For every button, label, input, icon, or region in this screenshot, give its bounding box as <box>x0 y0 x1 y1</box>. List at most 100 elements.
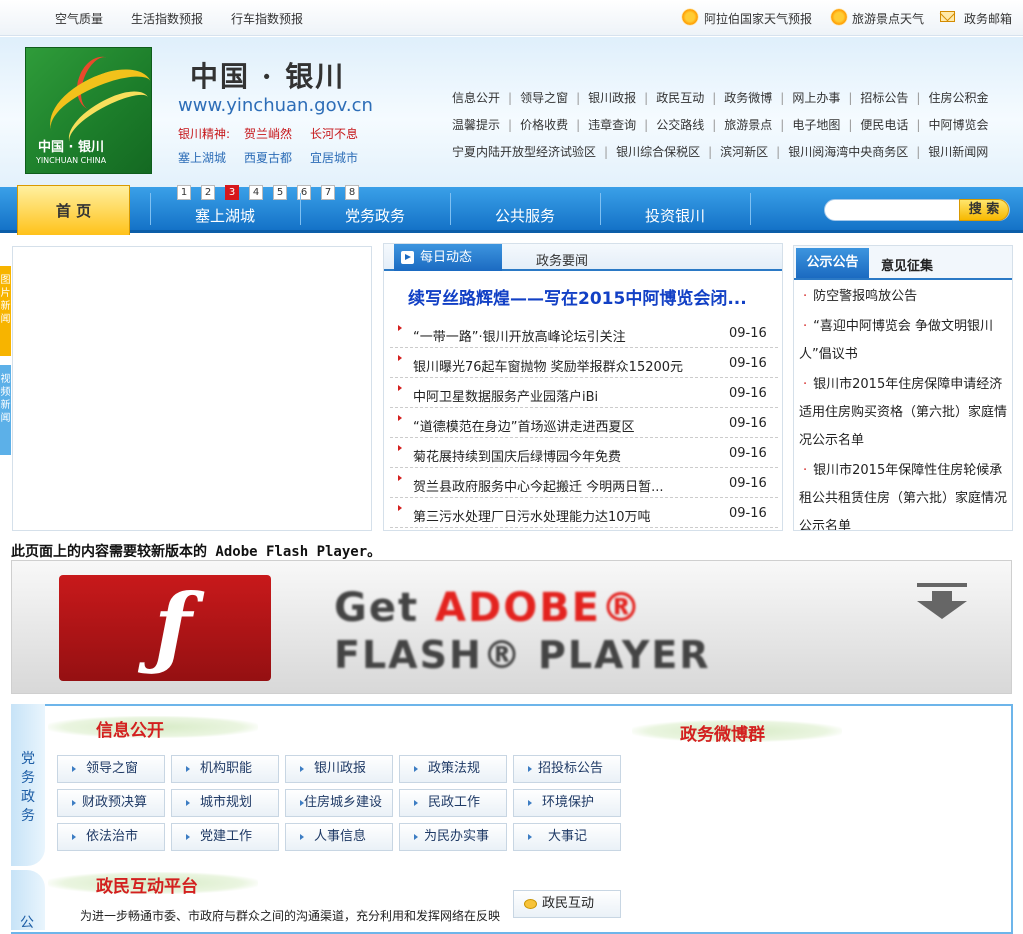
life-index-link[interactable]: 生活指数预报 <box>131 10 203 27</box>
header-link-tips[interactable]: 温馨提示 <box>452 118 500 132</box>
info-btn-construction[interactable]: 住房城乡建设 <box>285 789 393 817</box>
tag-livable-city[interactable]: 宜居城市 <box>310 149 358 166</box>
header-link-violations[interactable]: 违章查询 <box>588 118 636 132</box>
notice-text[interactable]: “喜迎中阿博览会 争做文明银川人”倡议书 <box>799 319 993 362</box>
city-logo[interactable]: 中国 · 银川 YINCHUAN CHINA <box>25 47 152 174</box>
header-link-prices[interactable]: 价格收费 <box>520 118 568 132</box>
side-tab-video-news[interactable]: 视频新闻 <box>0 365 11 455</box>
driving-index-link[interactable]: 行车指数预报 <box>231 10 303 27</box>
header-link-pilot-zone[interactable]: 宁夏内陆开放型经济试验区 <box>452 145 596 159</box>
news-title[interactable]: 银川曝光76起车窗抛物 奖励举报群众15200元 <box>413 356 683 375</box>
info-btn-environment[interactable]: 环境保护 <box>513 789 621 817</box>
page-7[interactable]: 7 <box>321 185 335 200</box>
headline-link[interactable]: 续写丝路辉煌——写在2015中阿博览会闭... <box>408 284 747 309</box>
info-btn-party-building[interactable]: 党建工作 <box>171 823 279 851</box>
info-btn-practical-matters[interactable]: 为民办实事 <box>399 823 507 851</box>
search-button[interactable]: 搜 索 <box>959 199 1009 221</box>
news-item[interactable]: 银川曝光76起车窗抛物 奖励举报群众15200元 09-16 <box>390 348 778 378</box>
page-3[interactable]: 3 <box>225 185 239 200</box>
page-8[interactable]: 8 <box>345 185 359 200</box>
notice-text[interactable]: 银川市2015年住房保障申请经济适用住房购买资格（第六批）家庭情况公示名单 <box>799 377 1007 448</box>
header-link-gazette[interactable]: 银川政报 <box>588 91 636 105</box>
info-btn-functions[interactable]: 机构职能 <box>171 755 279 783</box>
info-btn-leaders[interactable]: 领导之窗 <box>57 755 165 783</box>
header-link-expo[interactable]: 中阿博览会 <box>928 118 988 132</box>
get-text: Get <box>334 585 420 631</box>
news-item[interactable]: “道德模范在身边”首场巡讲走进西夏区 09-16 <box>390 408 778 438</box>
news-title[interactable]: 贺兰县政府服务中心今起搬迁 今明两日暂... <box>413 476 664 495</box>
news-title[interactable]: “一带一路”·银川开放高峰论坛引关注 <box>413 326 626 345</box>
header-link-phones[interactable]: 便民电话 <box>860 118 908 132</box>
notice-item[interactable]: · “喜迎中阿博览会 争做文明银川人”倡议书 <box>799 313 1009 369</box>
nav-public-service[interactable]: 公共服务 <box>495 205 555 226</box>
tab-public-notice[interactable]: 公示公告 <box>796 248 869 278</box>
arab-weather-link[interactable]: 阿拉伯国家天气预报 <box>704 10 812 27</box>
bullet-icon <box>398 415 402 421</box>
get-flash-player-banner[interactable]: ƒ Get ADOBE® FLASH® PLAYER <box>11 560 1012 694</box>
news-item[interactable]: 第三污水处理厂日污水处理能力达10万吨 09-16 <box>390 498 778 528</box>
info-btn-chronicle[interactable]: 大事记 <box>513 823 621 851</box>
header-link-tender[interactable]: 招标公告 <box>860 91 908 105</box>
photo-slideshow[interactable] <box>12 246 372 531</box>
notice-item[interactable]: · 防空警报鸣放公告 <box>799 283 1009 311</box>
info-btn-tenders[interactable]: 招投标公告 <box>513 755 621 783</box>
gov-mail-link[interactable]: 政务邮箱 <box>964 10 1012 27</box>
news-item[interactable]: “一带一路”·银川开放高峰论坛引关注 09-16 <box>390 318 778 348</box>
news-title[interactable]: 菊花展持续到国庆后绿博园今年免费 <box>413 446 621 465</box>
info-btn-budget[interactable]: 财政预决算 <box>57 789 165 817</box>
air-quality-link[interactable]: 空气质量 <box>55 10 103 27</box>
header-nav-row-2: 温馨提示 | 价格收费 | 违章查询 | 公交路线 | 旅游景点 | 电子地图 | 便民电话 | 中阿博览会 <box>452 118 989 132</box>
info-btn-civil-affairs[interactable]: 民政工作 <box>399 789 507 817</box>
tag-lake-city[interactable]: 塞上湖城 <box>178 149 226 166</box>
interaction-button[interactable]: 政民互动 <box>513 890 621 918</box>
news-item[interactable]: 菊花展持续到国庆后绿博园今年免费 09-16 <box>390 438 778 468</box>
search-input[interactable] <box>833 202 961 218</box>
header-link-scenic[interactable]: 旅游景点 <box>724 118 772 132</box>
info-btn-policies[interactable]: 政策法规 <box>399 755 507 783</box>
page-5[interactable]: 5 <box>273 185 287 200</box>
header-link-cbd[interactable]: 银川阅海湾中央商务区 <box>788 145 908 159</box>
notice-item[interactable]: · 银川市2015年住房保障申请经济适用住房购买资格（第六批）家庭情况公示名单 <box>799 371 1009 455</box>
header-link-interaction[interactable]: 政民互动 <box>656 91 704 105</box>
news-title[interactable]: “道德模范在身边”首场巡讲走进西夏区 <box>413 416 634 435</box>
header-link-bonded-zone[interactable]: 银川综合保税区 <box>616 145 700 159</box>
page-2[interactable]: 2 <box>201 185 215 200</box>
page-4[interactable]: 4 <box>249 185 263 200</box>
arrow-icon <box>528 766 532 772</box>
news-item[interactable]: 中阿卫星数据服务产业园落户iBi 09-16 <box>390 378 778 408</box>
notice-text[interactable]: 银川市2015年保障性住房轮候承租公共租赁住房（第六批）家庭情况公示名单 <box>799 463 1007 530</box>
header-link-news-site[interactable]: 银川新闻网 <box>928 145 988 159</box>
nav-home[interactable]: 首 页 <box>17 185 130 235</box>
news-item[interactable]: 贺兰县政府服务中心今起搬迁 今明两日暂... 09-16 <box>390 468 778 498</box>
header-link-info-open[interactable]: 信息公开 <box>452 91 500 105</box>
tab-daily-news[interactable]: 每日动态 <box>394 244 502 271</box>
scenic-weather-link[interactable]: 旅游景点天气 <box>852 10 924 27</box>
get-adobe-text: Get ADOBE® <box>334 585 643 631</box>
arrow-icon <box>300 834 304 840</box>
news-title[interactable]: 中阿卫星数据服务产业园落户iBi <box>413 386 598 405</box>
tab-opinion-collection[interactable]: 意见征集 <box>881 255 933 274</box>
info-btn-rule-of-law[interactable]: 依法治市 <box>57 823 165 851</box>
header-link-binhe[interactable]: 滨河新区 <box>720 145 768 159</box>
info-btn-gazette[interactable]: 银川政报 <box>285 755 393 783</box>
arrow-icon <box>72 766 76 772</box>
info-btn-personnel[interactable]: 人事信息 <box>285 823 393 851</box>
news-title[interactable]: 第三污水处理厂日污水处理能力达10万吨 <box>413 506 651 525</box>
nav-lake-city[interactable]: 塞上湖城 <box>195 205 255 226</box>
info-btn-planning[interactable]: 城市规划 <box>171 789 279 817</box>
header-link-map[interactable]: 电子地图 <box>792 118 840 132</box>
interaction-title: 政民互动平台 <box>96 877 198 897</box>
header-link-weibo[interactable]: 政务微博 <box>724 91 772 105</box>
nav-invest[interactable]: 投资银川 <box>645 205 705 226</box>
notice-item[interactable]: · 银川市2015年保障性住房轮候承租公共租赁住房（第六批）家庭情况公示名单 <box>799 457 1009 530</box>
header-link-bus-routes[interactable]: 公交路线 <box>656 118 704 132</box>
notice-text[interactable]: 防空警报鸣放公告 <box>813 289 917 304</box>
header-link-online-service[interactable]: 网上办事 <box>792 91 840 105</box>
header-link-housing-fund[interactable]: 住房公积金 <box>928 91 988 105</box>
tab-gov-news[interactable]: 政务要闻 <box>536 250 588 269</box>
header-link-leaders[interactable]: 领导之窗 <box>520 91 568 105</box>
side-tab-photo-news[interactable]: 图片新闻 <box>0 266 11 356</box>
page-1[interactable]: 1 <box>177 185 191 200</box>
nav-party-affairs[interactable]: 党务政务 <box>345 205 405 226</box>
tag-xixia-capital[interactable]: 西夏古都 <box>244 149 292 166</box>
